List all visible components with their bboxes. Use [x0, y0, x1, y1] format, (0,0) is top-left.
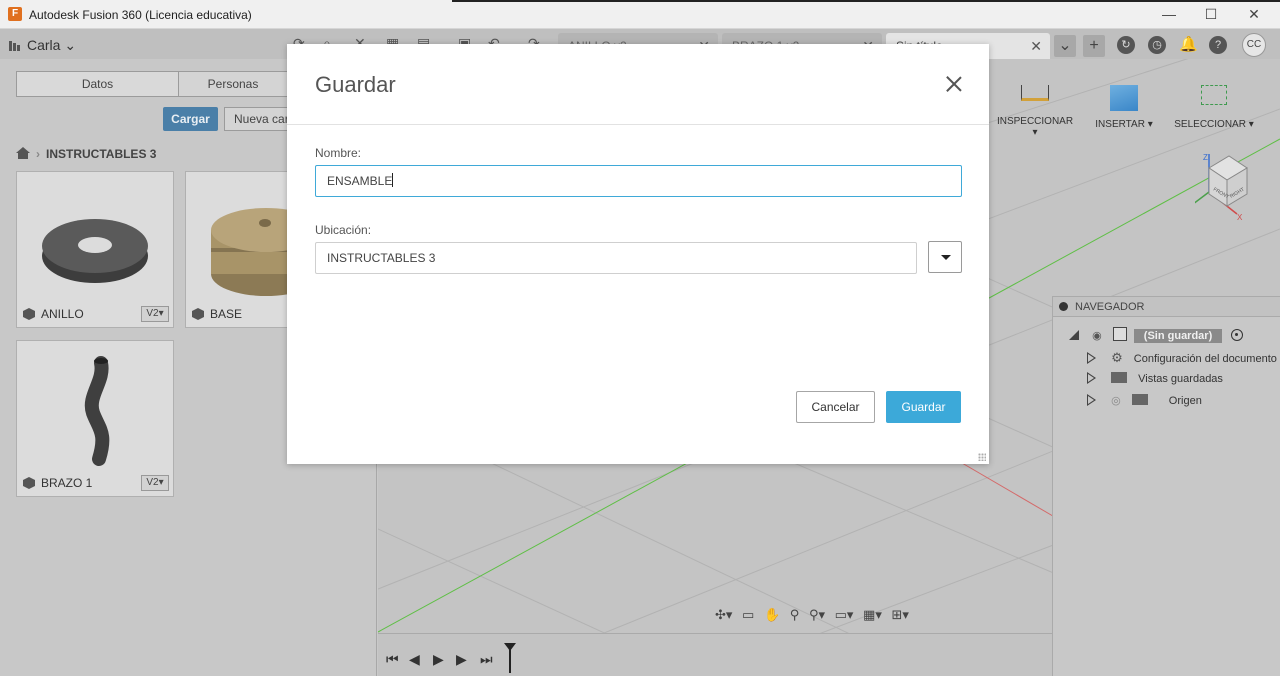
play-icon[interactable]: ▶ [433, 651, 444, 668]
close-icon[interactable] [943, 74, 965, 96]
avatar[interactable]: CC [1242, 33, 1266, 57]
component-icon [192, 308, 204, 320]
folder-icon [1131, 394, 1148, 405]
save-button[interactable]: Guardar [886, 391, 961, 423]
go-to-start-icon[interactable]: ⏮ [386, 651, 399, 668]
home-icon[interactable] [16, 147, 30, 159]
inspect-menu[interactable]: INSPECCIONAR ▾ [995, 85, 1075, 138]
extensions-icon[interactable]: ↻ [1117, 36, 1135, 54]
insert-menu[interactable]: INSERTAR ▾ [1094, 85, 1154, 130]
go-to-end-icon[interactable]: ⏭ [480, 651, 493, 668]
expand-icon[interactable] [1087, 372, 1096, 384]
name-label: Nombre: [315, 146, 362, 160]
timeline-marker[interactable] [504, 643, 516, 673]
svg-text:X: X [1237, 213, 1243, 222]
breadcrumb: › INSTRUCTABLES 3 [16, 147, 156, 161]
version-selector[interactable]: V2▾ [141, 475, 169, 491]
expand-icon[interactable] [1087, 394, 1096, 406]
browser-root[interactable]: ◉ (Sin guardar) [1069, 327, 1244, 343]
file-name: BRAZO 1 [23, 476, 92, 490]
gear-icon: ⚙ [1111, 350, 1123, 365]
title-bar: F Autodesk Fusion 360 (Licencia educativ… [0, 0, 1280, 29]
collapse-icon[interactable] [1059, 302, 1068, 311]
eye-icon[interactable]: ◉ [1092, 329, 1102, 342]
upload-button[interactable]: Cargar [163, 107, 218, 131]
version-selector[interactable]: V2▾ [141, 306, 169, 322]
hidden-eye-icon[interactable]: ◎ [1111, 395, 1121, 407]
bell-icon[interactable]: 🔔 [1179, 36, 1198, 54]
browser-item-document-settings[interactable]: ⚙ Configuración del documento [1087, 350, 1277, 366]
anillo-thumbnail [42, 219, 148, 283]
title-bar-strip [452, 0, 1280, 2]
unsaved-document-label: (Sin guardar) [1133, 329, 1223, 343]
expand-icon[interactable] [1087, 352, 1096, 364]
brazo-thumbnail [84, 356, 110, 466]
look-at-icon[interactable]: ▭ [742, 607, 754, 622]
location-label: Ubicación: [315, 223, 372, 237]
file-name: ANILLO [23, 307, 84, 321]
resize-grip-icon[interactable] [978, 453, 986, 461]
component-icon [1112, 327, 1127, 341]
image-icon [1110, 85, 1138, 111]
select-menu[interactable]: SELECCIONAR ▾ [1174, 85, 1254, 130]
user-name: Carla [27, 37, 61, 53]
browser-item-origin[interactable]: ◎ Origen [1087, 394, 1202, 407]
orbit-icon[interactable]: ✣▾ [715, 607, 732, 622]
user-menu[interactable]: Carla ⌄ [9, 37, 76, 54]
breadcrumb-folder[interactable]: INSTRUCTABLES 3 [46, 147, 156, 161]
window-title: Autodesk Fusion 360 (Licencia educativa) [29, 8, 252, 22]
save-dialog: Guardar Nombre: ENSAMBLE Ubicación: INST… [287, 44, 989, 464]
fusion-app-icon: F [8, 7, 22, 21]
select-box-icon [1201, 85, 1227, 105]
dialog-divider [287, 124, 989, 125]
fit-icon[interactable]: ⚲▾ [809, 607, 825, 622]
chevron-down-icon: ⌄ [64, 37, 77, 53]
dialog-title: Guardar [315, 72, 396, 97]
job-status-icon[interactable]: ◷ [1148, 36, 1166, 54]
location-dropdown-button[interactable] [928, 241, 962, 273]
close-window-icon[interactable]: ✕ [1243, 5, 1265, 23]
maximize-icon[interactable]: ☐ [1200, 5, 1222, 23]
collapse-triangle-icon[interactable] [1069, 330, 1079, 340]
pan-icon[interactable]: ✋ [764, 607, 780, 622]
zoom-icon[interactable]: ⚲ [790, 607, 800, 622]
new-folder-button[interactable]: Nueva carpeta [224, 107, 294, 131]
display-settings-icon[interactable]: ▭▾ [835, 607, 854, 622]
viewports-icon[interactable]: ⊞▾ [891, 607, 908, 622]
team-icon [9, 41, 21, 51]
new-tab-icon[interactable]: + [1083, 35, 1105, 57]
step-forward-icon[interactable]: ▶ [456, 651, 467, 668]
tab-personas[interactable]: Personas [178, 71, 288, 97]
chevron-right-icon: › [36, 147, 40, 161]
component-icon [23, 477, 35, 489]
browser-panel: NAVEGADOR ◉ (Sin guardar) ⚙ Configuració… [1052, 296, 1280, 676]
svg-text:Z: Z [1203, 153, 1208, 162]
folder-icon [1111, 372, 1128, 383]
minimize-icon[interactable]: — [1158, 5, 1180, 23]
component-icon [23, 308, 35, 320]
measure-icon [1021, 85, 1049, 101]
step-back-icon[interactable]: ◀ [409, 651, 420, 668]
location-field[interactable]: INSTRUCTABLES 3 [315, 242, 917, 274]
cancel-button[interactable]: Cancelar [796, 391, 875, 423]
navigation-toolbar: ✣▾ ▭ ✋ ⚲ ⚲▾ ▭▾ ▦▾ ⊞▾ [715, 607, 940, 629]
browser-header[interactable]: NAVEGADOR [1053, 297, 1280, 317]
file-card-brazo[interactable]: BRAZO 1 V2▾ [16, 340, 174, 497]
name-input[interactable]: ENSAMBLE [315, 165, 962, 197]
text-caret [392, 173, 394, 187]
file-name: BASE [192, 307, 242, 321]
close-icon[interactable]: ✕ [1030, 38, 1042, 55]
view-cube[interactable]: FRONT RIGHT Z X [1195, 148, 1265, 223]
tab-list-icon[interactable]: ⌄ [1054, 35, 1076, 57]
file-card-anillo[interactable]: ANILLO V2▾ [16, 171, 174, 328]
help-icon[interactable]: ? [1209, 36, 1227, 54]
browser-item-named-views[interactable]: Vistas guardadas [1087, 372, 1223, 385]
activate-radio-icon[interactable] [1231, 329, 1244, 341]
grid-settings-icon[interactable]: ▦▾ [863, 607, 882, 622]
tab-datos[interactable]: Datos [16, 71, 179, 97]
